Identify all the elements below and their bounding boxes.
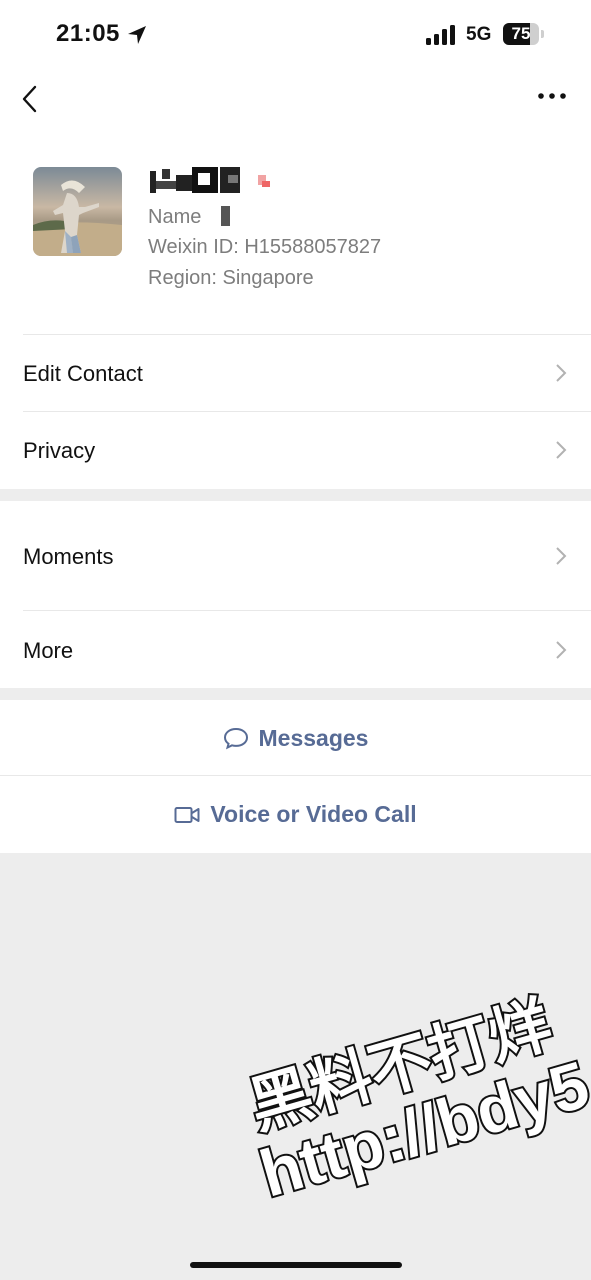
location-arrow-icon bbox=[128, 26, 146, 44]
cellular-signal-icon bbox=[426, 25, 455, 45]
name-label: Name bbox=[148, 206, 202, 228]
status-time: 21:05 bbox=[56, 20, 120, 47]
nav-bar bbox=[0, 70, 591, 130]
edit-contact-label: Edit Contact bbox=[23, 361, 143, 386]
voice-video-call-button[interactable]: Voice or Video Call bbox=[0, 776, 591, 853]
moments-row[interactable]: Moments bbox=[0, 501, 591, 611]
name-value-redacted bbox=[220, 206, 230, 226]
battery-level: 75 bbox=[511, 24, 531, 43]
chat-bubble-icon bbox=[223, 727, 248, 750]
more-options-icon[interactable] bbox=[537, 90, 567, 102]
video-camera-icon bbox=[174, 806, 200, 823]
more-row[interactable]: More bbox=[0, 611, 591, 688]
profile-card: Name Weixin ID: H15588057827 Region: Sin… bbox=[0, 130, 591, 335]
messages-label: Messages bbox=[258, 725, 369, 751]
chevron-right-icon bbox=[556, 364, 567, 382]
messages-button[interactable]: Messages bbox=[0, 700, 591, 776]
edit-contact-row[interactable]: Edit Contact bbox=[0, 335, 591, 412]
battery-tip bbox=[541, 30, 544, 38]
avatar[interactable] bbox=[33, 167, 122, 256]
privacy-row[interactable]: Privacy bbox=[0, 412, 591, 489]
voice-video-call-label: Voice or Video Call bbox=[210, 801, 417, 827]
more-label: More bbox=[23, 638, 74, 663]
status-bar: 21:05 5G 75 bbox=[0, 0, 591, 70]
nickname-redacted bbox=[150, 167, 270, 193]
chevron-right-icon bbox=[556, 641, 567, 659]
weixin-id: Weixin ID: H15588057827 bbox=[148, 236, 382, 258]
network-type: 5G bbox=[466, 24, 492, 45]
region: Region: Singapore bbox=[148, 267, 314, 289]
chevron-right-icon bbox=[556, 441, 567, 459]
battery-icon: 75 bbox=[503, 23, 539, 45]
watermark: 黑料不打烊 http://bdy5.co bbox=[235, 961, 591, 1212]
chevron-right-icon bbox=[556, 547, 567, 565]
name-field: Name bbox=[148, 206, 230, 229]
back-chevron-icon[interactable] bbox=[18, 82, 42, 116]
home-indicator[interactable] bbox=[190, 1262, 402, 1268]
moments-label: Moments bbox=[23, 544, 114, 569]
privacy-label: Privacy bbox=[23, 438, 96, 463]
